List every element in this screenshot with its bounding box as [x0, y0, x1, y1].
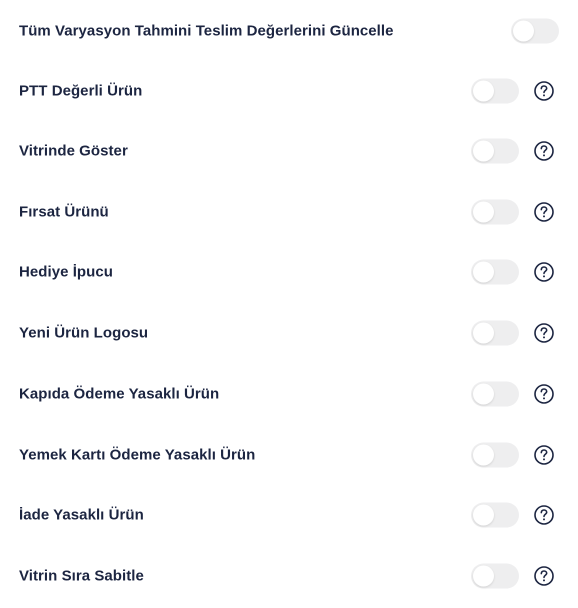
ptt-valued-toggle[interactable]: [471, 78, 519, 104]
meal-card-banned-toggle[interactable]: [471, 442, 519, 468]
help-icon[interactable]: [533, 140, 555, 162]
gift-hint-toggle[interactable]: [471, 259, 519, 285]
toggle-knob: [473, 565, 494, 587]
setting-row-gift-hint: Hediye İpucu: [0, 252, 578, 292]
setting-label: Kapıda Ödeme Yasaklı Ürün: [19, 385, 220, 403]
pin-showcase-order-toggle[interactable]: [471, 563, 519, 589]
setting-row-deal-product: Fırsat Ürünü: [0, 192, 578, 232]
setting-label: Yeni Ürün Logosu: [19, 324, 149, 342]
toggle-knob: [473, 80, 494, 102]
show-in-showcase-toggle[interactable]: [471, 138, 519, 164]
setting-label: Hediye İpucu: [19, 263, 113, 281]
setting-label: Yemek Kartı Ödeme Yasaklı Ürün: [19, 446, 256, 464]
help-icon[interactable]: [533, 201, 555, 223]
help-icon[interactable]: [533, 261, 555, 283]
toggle-knob: [513, 20, 534, 42]
setting-label: Tüm Varyasyon Tahmini Teslim Değerlerini…: [19, 22, 394, 40]
help-icon[interactable]: [533, 80, 555, 102]
setting-row-update-variation-delivery: Tüm Varyasyon Tahmini Teslim Değerlerini…: [0, 11, 578, 51]
setting-label: Vitrinde Göster: [19, 142, 128, 160]
toggle-knob: [473, 322, 494, 344]
setting-label: İade Yasaklı Ürün: [19, 506, 144, 524]
setting-row-ptt-valued: PTT Değerli Ürün: [0, 71, 578, 111]
update-variation-delivery-toggle[interactable]: [511, 18, 559, 44]
setting-row-show-in-showcase: Vitrinde Göster: [0, 131, 578, 171]
setting-label: PTT Değerli Ürün: [19, 82, 143, 100]
toggle-knob: [473, 201, 494, 223]
setting-row-new-product-logo: Yeni Ürün Logosu: [0, 313, 578, 353]
toggle-knob: [473, 140, 494, 162]
setting-row-cod-banned: Kapıda Ödeme Yasaklı Ürün: [0, 374, 578, 414]
toggle-knob: [473, 261, 494, 283]
return-banned-toggle[interactable]: [471, 502, 519, 528]
setting-row-meal-card-banned: Yemek Kartı Ödeme Yasaklı Ürün: [0, 435, 578, 475]
help-icon[interactable]: [533, 322, 555, 344]
setting-row-return-banned: İade Yasaklı Ürün: [0, 495, 578, 535]
help-icon[interactable]: [533, 504, 555, 526]
help-icon[interactable]: [533, 383, 555, 405]
toggle-knob: [473, 444, 494, 466]
help-icon[interactable]: [533, 565, 555, 587]
help-icon[interactable]: [533, 444, 555, 466]
setting-label: Fırsat Ürünü: [19, 203, 109, 221]
toggle-knob: [473, 383, 494, 405]
new-product-logo-toggle[interactable]: [471, 320, 519, 346]
deal-product-toggle[interactable]: [471, 199, 519, 225]
setting-label: Vitrin Sıra Sabitle: [19, 567, 144, 585]
setting-row-pin-showcase-order: Vitrin Sıra Sabitle: [0, 556, 578, 596]
toggle-knob: [473, 504, 494, 526]
cod-banned-toggle[interactable]: [471, 381, 519, 407]
